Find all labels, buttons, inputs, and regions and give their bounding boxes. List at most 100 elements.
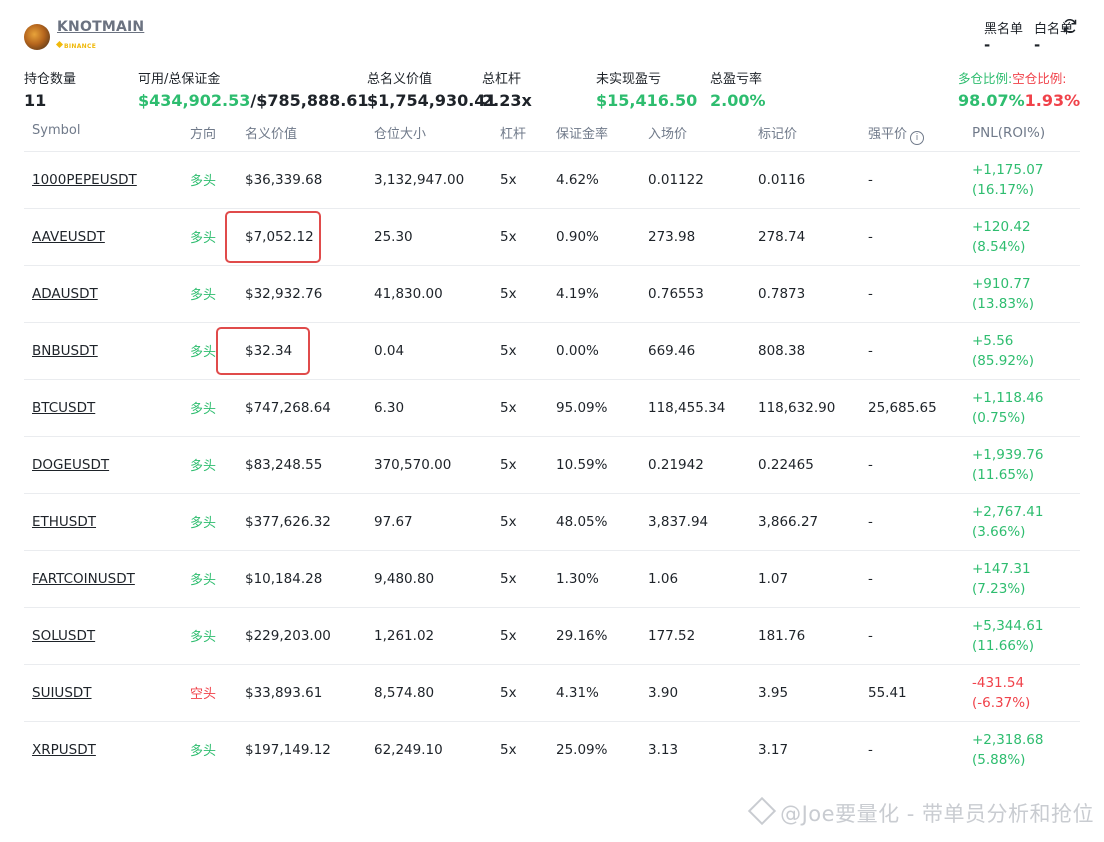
pnl-cell: +5.56 (85.92%)	[972, 321, 1080, 379]
liq-price-cell: -	[868, 720, 972, 778]
mark-price-cell: 181.76	[758, 606, 868, 664]
pnl-value: +1,118.46	[972, 389, 1044, 406]
notional-value: $377,626.32	[245, 513, 331, 530]
leverage-cell: 5x	[500, 663, 556, 721]
table-row[interactable]: ADAUSDT 多头 $32,932.76 41,830.00 5x 4.19% 0.765…	[24, 264, 1080, 322]
entry-price-cell: 0.76553	[648, 264, 758, 322]
notional-value: $36,339.68	[245, 171, 323, 188]
direction-label: 多头	[190, 231, 217, 246]
liq-price-cell: -	[868, 492, 972, 550]
col-header-notional: 名义价值	[245, 127, 298, 142]
symbol-link[interactable]: ETHUSDT	[32, 514, 96, 530]
margin-rate-cell: 1.30%	[556, 549, 648, 607]
available-margin-value: $434,902.53	[138, 91, 251, 110]
pnl-cell: -431.54 (-6.37%)	[972, 663, 1080, 721]
pnl-value: +1,939.76	[972, 446, 1044, 463]
col-header-leverage: 杠杆	[500, 127, 527, 142]
liq-price-header-label: 强平价	[868, 127, 908, 142]
roi-value: (3.66%)	[972, 523, 1026, 540]
notional-value: $32,932.76	[245, 285, 323, 302]
refresh-icon[interactable]	[1062, 18, 1078, 34]
symbol-link[interactable]: DOGEUSDT	[32, 457, 109, 473]
leverage-cell: 5x	[500, 492, 556, 550]
notional-value: $747,268.64	[245, 399, 331, 416]
notional-value: $10,184.28	[245, 570, 323, 587]
blacklist-link[interactable]: 黑名单	[984, 18, 1023, 37]
direction-cell: 多头	[190, 720, 245, 778]
avatar[interactable]	[24, 24, 50, 50]
table-row[interactable]: XRPUSDT 多头 $197,149.12 62,249.10 5x 25.09% 3.1…	[24, 720, 1080, 778]
size-cell: 0.04	[374, 321, 500, 379]
roi-value: (8.54%)	[972, 238, 1026, 255]
col-header-size: 仓位大小	[374, 127, 427, 142]
table-row[interactable]: FARTCOINUSDT 多头 $10,184.28 9,480.80 5x 1.30% 1…	[24, 549, 1080, 607]
table-row[interactable]: SUIUSDT 空头 $33,893.61 8,574.80 5x 4.31% 3.90 3.…	[24, 663, 1080, 721]
col-header-symbol: Symbol	[32, 123, 81, 138]
pnl-value: +5.56	[972, 332, 1014, 349]
symbol-link[interactable]: XRPUSDT	[32, 742, 96, 758]
size-cell: 62,249.10	[374, 720, 500, 778]
trader-header: KNOTMAIN BINANCE 黑名单 白名单 - -	[24, 18, 1084, 58]
direction-cell: 多头	[190, 549, 245, 607]
trader-name-link[interactable]: KNOTMAIN	[57, 19, 144, 35]
roi-value: (5.88%)	[972, 751, 1026, 768]
symbol-cell: XRPUSDT	[24, 720, 190, 778]
table-row[interactable]: DOGEUSDT 多头 $83,248.55 370,570.00 5x 10.59% 0.…	[24, 435, 1080, 493]
symbol-link[interactable]: FARTCOINUSDT	[32, 571, 135, 587]
leverage-value: 2.23x	[482, 91, 532, 110]
margin-label: 可用/总保证金	[138, 72, 221, 87]
size-cell: 9,480.80	[374, 549, 500, 607]
notional-cell: $377,626.32	[245, 492, 374, 550]
leverage-cell: 5x	[500, 549, 556, 607]
notional-value: $229,203.00	[245, 627, 331, 644]
mark-price-cell: 3.95	[758, 663, 868, 721]
table-row[interactable]: 1000PEPEUSDT 多头 $36,339.68 3,132,947.00 5x 4.…	[24, 150, 1080, 208]
table-row[interactable]: SOLUSDT 多头 $229,203.00 1,261.02 5x 29.16% 177.…	[24, 606, 1080, 664]
entry-price-cell: 273.98	[648, 207, 758, 265]
liq-price-cell: -	[868, 207, 972, 265]
symbol-link[interactable]: BNBUSDT	[32, 343, 98, 359]
direction-cell: 空头	[190, 663, 245, 721]
margin-rate-cell: 0.00%	[556, 321, 648, 379]
pnl-cell: +147.31 (7.23%)	[972, 549, 1080, 607]
pnl-value: +910.77	[972, 275, 1031, 292]
table-row[interactable]: BNBUSDT 多头 $32.34 0.04 5x 0.00% 669.46 808.38- +…	[24, 321, 1080, 379]
size-cell: 8,574.80	[374, 663, 500, 721]
notional-cell: $747,268.64	[245, 378, 374, 436]
symbol-link[interactable]: 1000PEPEUSDT	[32, 172, 137, 188]
table-row[interactable]: ETHUSDT 多头 $377,626.32 97.67 5x 48.05% 3,837.9…	[24, 492, 1080, 550]
blacklist-count: -	[984, 36, 991, 54]
watermark-text: @Joe要量化 - 带单员分析和抢位	[780, 802, 1094, 826]
pnl-value: +5,344.61	[972, 617, 1044, 634]
margin-rate-cell: 25.09%	[556, 720, 648, 778]
size-cell: 6.30	[374, 378, 500, 436]
short-ratio-label: 空仓比例:	[1012, 71, 1067, 86]
symbol-link[interactable]: BTCUSDT	[32, 400, 95, 416]
symbol-cell: AAVEUSDT	[24, 207, 190, 265]
liq-price-cell: -	[868, 264, 972, 322]
symbol-link[interactable]: SUIUSDT	[32, 685, 92, 701]
exchange-badge-label: BINANCE	[64, 43, 97, 50]
leverage-cell: 5x	[500, 207, 556, 265]
pnl-cell: +910.77 (13.83%)	[972, 264, 1080, 322]
info-icon[interactable]: i	[910, 131, 925, 145]
direction-cell: 多头	[190, 435, 245, 493]
size-cell: 370,570.00	[374, 435, 500, 493]
symbol-link[interactable]: ADAUSDT	[32, 286, 98, 302]
mark-price-cell: 0.7873	[758, 264, 868, 322]
symbol-cell: SUIUSDT	[24, 663, 190, 721]
direction-cell: 多头	[190, 492, 245, 550]
table-row[interactable]: BTCUSDT 多头 $747,268.64 6.30 5x 95.09% 118,455.…	[24, 378, 1080, 436]
notional-cell: $83,248.55	[245, 435, 374, 493]
symbol-link[interactable]: AAVEUSDT	[32, 229, 105, 245]
table-row[interactable]: AAVEUSDT 多头 $7,052.12 25.30 5x 0.90% 273.98 278…	[24, 207, 1080, 265]
notional-cell: $32.34	[216, 321, 374, 379]
col-header-entry-price: 入场价	[648, 127, 688, 142]
symbol-link[interactable]: SOLUSDT	[32, 628, 95, 644]
notional-cell: $10,184.28	[245, 549, 374, 607]
long-ratio-label: 多仓比例:	[958, 71, 1013, 86]
whitelist-count: -	[1034, 36, 1041, 54]
mark-price-cell: 118,632.90	[758, 378, 868, 436]
pnl-value: +2,318.68	[972, 731, 1044, 748]
notional-cell: $36,339.68	[245, 150, 374, 208]
